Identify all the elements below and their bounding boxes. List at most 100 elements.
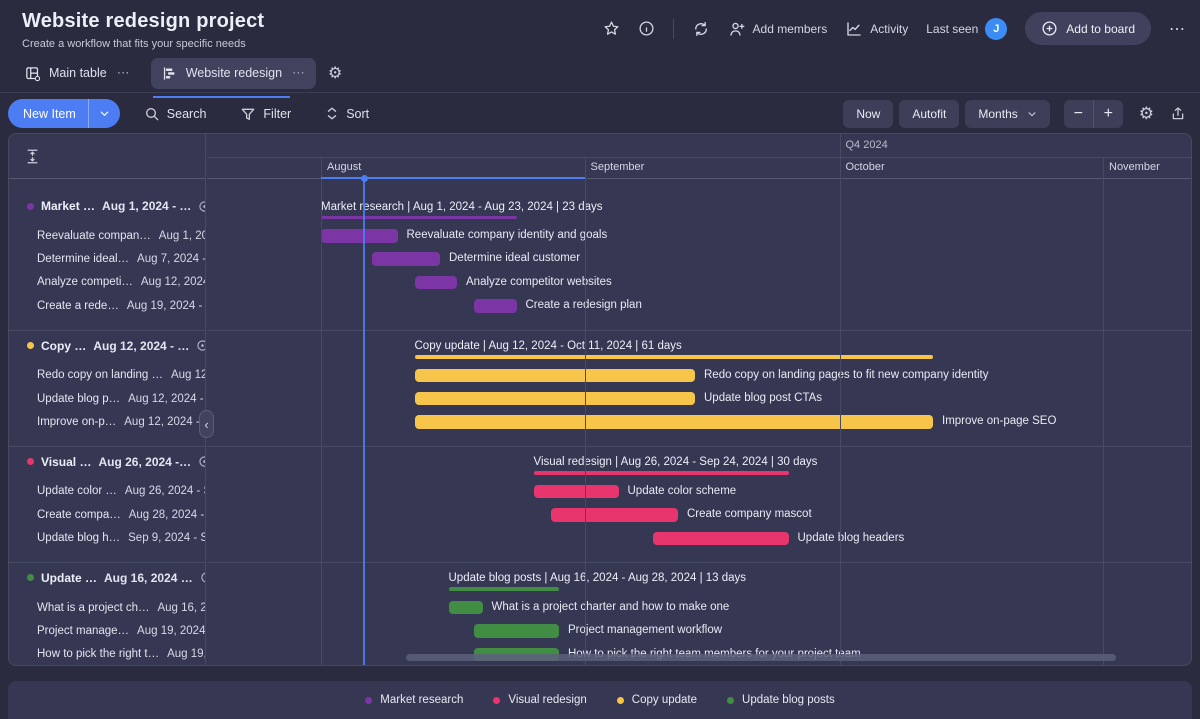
- group-summary[interactable]: Copy update | Aug 12, 2024 - Oct 11, 202…: [415, 340, 934, 359]
- sidebar-group-row[interactable]: Market … Aug 1, 2024 - …: [9, 195, 205, 217]
- group-summary-bar: [449, 587, 560, 591]
- group-summary[interactable]: Update blog posts | Aug 16, 2024 - Aug 2…: [449, 572, 747, 591]
- filter-button[interactable]: Filter: [230, 100, 301, 128]
- sidebar-group-section: Update … Aug 16, 2024 … What is a projec…: [9, 562, 205, 665]
- legend-item: Market research: [365, 694, 463, 706]
- sidebar-item-row[interactable]: How to pick the right t… Aug 19, 2…: [9, 643, 205, 665]
- sidebar-group-section: Visual … Aug 26, 2024 -… Update color … …: [9, 446, 205, 562]
- gantt-bar[interactable]: [449, 601, 483, 615]
- sidebar-item-row[interactable]: Create a rede… Aug 19, 2024 - Au…: [9, 294, 205, 317]
- gantt-bar[interactable]: [653, 532, 789, 546]
- table-icon: [24, 65, 41, 82]
- search-button[interactable]: Search: [134, 100, 217, 128]
- sort-button[interactable]: Sort: [315, 100, 379, 127]
- board-info-button[interactable]: [638, 20, 655, 37]
- item-date-range: Aug 12, 2024 - …: [141, 276, 205, 288]
- collapse-all-icon[interactable]: [25, 148, 40, 165]
- gantt-bar[interactable]: [415, 392, 696, 406]
- gantt-settings-gear-icon[interactable]: ⚙: [1139, 104, 1154, 124]
- board-menu-button[interactable]: ⋯: [1169, 19, 1186, 39]
- item-date-range: Aug 12, 2024 - Oct…: [124, 416, 205, 428]
- sidebar-collapse-button[interactable]: ‹: [199, 410, 214, 438]
- tab-gantt-view[interactable]: Website redesign ⋯: [151, 58, 316, 89]
- gantt-bar[interactable]: [474, 624, 559, 638]
- month-label: October: [846, 161, 885, 173]
- group-date-range: Aug 12, 2024 - …: [93, 339, 189, 353]
- legend-label: Update blog posts: [742, 694, 835, 706]
- sync-icon: [692, 20, 710, 38]
- add-to-board-label: Add to board: [1066, 22, 1135, 36]
- zoom-unit-select[interactable]: Months: [965, 100, 1049, 128]
- gantt-bar[interactable]: [372, 252, 440, 266]
- locate-icon[interactable]: [198, 455, 205, 468]
- tab-menu-icon[interactable]: ⋯: [292, 65, 306, 81]
- sidebar-item-row[interactable]: Update color … Aug 26, 2024 - Se…: [9, 480, 205, 503]
- gantt-bar[interactable]: [415, 369, 696, 383]
- integrate-button[interactable]: [692, 20, 710, 38]
- item-name: Update blog p…: [37, 393, 120, 405]
- gantt-bar[interactable]: [534, 485, 619, 499]
- person-plus-icon: [728, 20, 746, 38]
- gantt-sidebar: Market … Aug 1, 2024 - … Reevaluate comp…: [9, 134, 206, 665]
- horizontal-scrollbar-thumb[interactable]: [406, 654, 1116, 661]
- activity-button[interactable]: Activity: [845, 20, 908, 38]
- favorite-button[interactable]: [603, 20, 620, 37]
- zoom-in-button[interactable]: +: [1094, 100, 1123, 128]
- gantt-bar[interactable]: [551, 508, 679, 522]
- locate-icon[interactable]: [198, 200, 205, 213]
- month-label: September: [591, 161, 645, 173]
- zoom-out-button[interactable]: −: [1064, 100, 1093, 128]
- sidebar-group-row[interactable]: Visual … Aug 26, 2024 -…: [9, 451, 205, 473]
- gantt-bar-label: Determine ideal customer: [449, 247, 580, 270]
- new-item-button[interactable]: New Item: [8, 99, 120, 128]
- last-seen[interactable]: Last seen J: [926, 18, 1007, 40]
- sort-label: Sort: [346, 107, 369, 121]
- group-color-dot: [27, 574, 34, 581]
- sidebar-group-row[interactable]: Copy … Aug 12, 2024 - …: [9, 335, 205, 357]
- add-members-button[interactable]: Add members: [728, 20, 828, 38]
- sidebar-item-row[interactable]: What is a project ch… Aug 16, 202…: [9, 596, 205, 619]
- gantt-bar[interactable]: [474, 299, 517, 313]
- group-color-dot: [27, 342, 34, 349]
- item-name: Redo copy on landing …: [37, 369, 163, 381]
- now-button[interactable]: Now: [843, 100, 893, 128]
- autofit-button[interactable]: Autofit: [899, 100, 959, 128]
- sidebar-item-row[interactable]: Determine ideal… Aug 7, 2024 - Au…: [9, 247, 205, 270]
- gantt-row: Update color scheme: [207, 480, 1191, 503]
- gantt-row: Improve on-page SEO: [207, 410, 1191, 433]
- today-line: [363, 179, 365, 665]
- chart-sections: Market research | Aug 1, 2024 - Aug 23, …: [207, 179, 1191, 665]
- sidebar-item-row[interactable]: Update blog p… Aug 12, 2024 - Se…: [9, 387, 205, 410]
- add-to-board-button[interactable]: Add to board: [1025, 12, 1151, 45]
- sidebar-item-row[interactable]: Create compa… Aug 28, 2024 - Se…: [9, 503, 205, 526]
- sidebar-item-row[interactable]: Redo copy on landing … Aug 12, 2…: [9, 364, 205, 387]
- sidebar-item-row[interactable]: Project manage… Aug 19, 2024 - …: [9, 619, 205, 642]
- tab-menu-icon[interactable]: ⋯: [117, 65, 131, 81]
- gantt-bar-label: Analyze competitor websites: [466, 271, 612, 294]
- item-name: Update color …: [37, 485, 117, 497]
- sidebar-item-row[interactable]: Reevaluate compan… Aug 1, 2024 …: [9, 224, 205, 247]
- locate-icon[interactable]: [200, 571, 205, 584]
- group-summary[interactable]: Visual redesign | Aug 26, 2024 - Sep 24,…: [534, 456, 818, 475]
- group-summary-bar: [534, 471, 789, 475]
- quarter-label: Q4 2024: [846, 139, 888, 151]
- gantt-row: Create a redesign plan: [207, 294, 1191, 317]
- gantt-bar[interactable]: [321, 229, 398, 243]
- gantt-bar[interactable]: [415, 276, 458, 290]
- sidebar-item-row[interactable]: Improve on-p… Aug 12, 2024 - Oct…: [9, 410, 205, 433]
- export-button[interactable]: [1170, 106, 1186, 122]
- today-marker-dot[interactable]: [361, 175, 368, 182]
- gantt-row: Update blog headers: [207, 527, 1191, 550]
- gantt-toolbar: New Item Search Filter Sort Now Autofit …: [0, 95, 1200, 132]
- group-summary-bar: [415, 355, 934, 359]
- chevron-down-icon[interactable]: [89, 108, 120, 119]
- tab-main-table[interactable]: Main table ⋯: [14, 58, 141, 89]
- gantt-bar-label: What is a project charter and how to mak…: [492, 596, 730, 619]
- gantt-bar[interactable]: [415, 415, 934, 429]
- group-date-range: Aug 16, 2024 …: [104, 571, 193, 585]
- sidebar-item-row[interactable]: Update blog h… Sep 9, 2024 - Sep …: [9, 527, 205, 550]
- locate-icon[interactable]: [196, 339, 205, 352]
- view-settings-gear-icon[interactable]: ⚙: [328, 63, 342, 83]
- sidebar-group-row[interactable]: Update … Aug 16, 2024 …: [9, 567, 205, 589]
- sidebar-item-row[interactable]: Analyze competi… Aug 12, 2024 - …: [9, 271, 205, 294]
